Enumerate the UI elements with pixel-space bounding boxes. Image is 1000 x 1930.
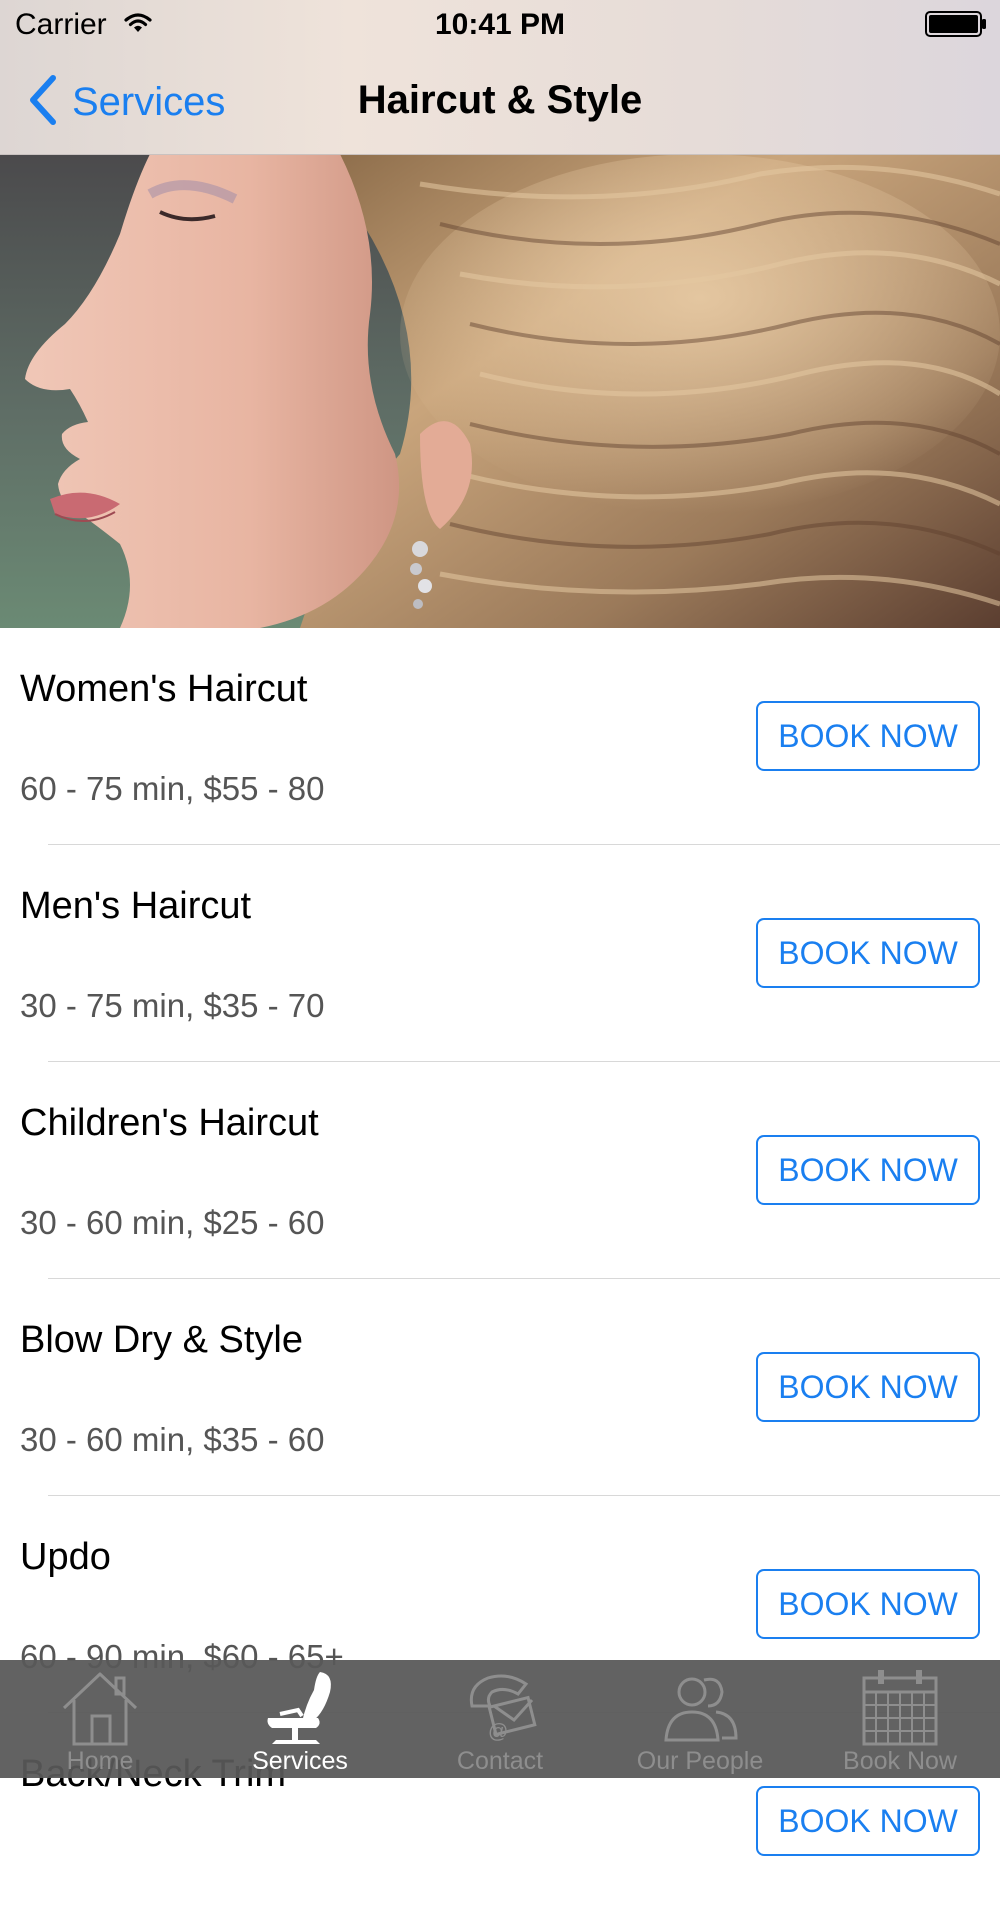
- service-name: Men's Haircut: [20, 885, 252, 927]
- calendar-icon: [862, 1670, 938, 1746]
- tab-label: Book Now: [843, 1747, 957, 1775]
- list-item: Children's Haircut 30 - 60 min, $25 - 60…: [0, 1062, 1000, 1279]
- service-name: Updo: [20, 1536, 111, 1578]
- list-item: Women's Haircut 60 - 75 min, $55 - 80 BO…: [0, 628, 1000, 845]
- tab-bar: Home Services @ Contact Our People Book …: [0, 1660, 1000, 1778]
- tab-label: Our People: [636, 1747, 764, 1775]
- book-now-button[interactable]: BOOK NOW: [756, 1135, 980, 1205]
- service-duration-price: 30 - 60 min, $35 - 60: [20, 1421, 325, 1458]
- tab-book-now[interactable]: Book Now: [800, 1660, 1000, 1778]
- battery-icon: [925, 11, 987, 42]
- book-now-button[interactable]: BOOK NOW: [756, 1352, 980, 1422]
- service-duration-price: 30 - 60 min, $25 - 60: [20, 1204, 325, 1241]
- clock: 10:41 PM: [434, 8, 566, 41]
- tab-our-people[interactable]: Our People: [600, 1660, 800, 1778]
- svg-text:@: @: [488, 1721, 508, 1743]
- page-title: Haircut & Style: [357, 78, 643, 122]
- tab-label: Services: [252, 1747, 348, 1775]
- home-icon: [62, 1672, 138, 1746]
- book-now-button[interactable]: BOOK NOW: [756, 1569, 980, 1639]
- people-icon: [664, 1677, 738, 1742]
- tab-contact[interactable]: @ Contact: [400, 1660, 600, 1778]
- list-item: Blow Dry & Style 30 - 60 min, $35 - 60 B…: [0, 1279, 1000, 1496]
- phone-mail-icon: @: [469, 1674, 537, 1743]
- service-name: Women's Haircut: [20, 668, 308, 710]
- book-now-button[interactable]: BOOK NOW: [756, 701, 980, 771]
- salon-chair-icon: [267, 1672, 331, 1744]
- status-bar: Carrier 10:41 PM: [0, 0, 1000, 50]
- tab-label: Home: [66, 1747, 134, 1775]
- tab-services[interactable]: Services: [200, 1660, 400, 1778]
- list-item: Men's Haircut 30 - 75 min, $35 - 70 BOOK…: [0, 845, 1000, 1062]
- service-duration-price: 60 - 75 min, $55 - 80: [20, 770, 325, 807]
- service-duration-price: 30 - 75 min, $35 - 70: [20, 987, 325, 1024]
- hero-image: [0, 154, 1000, 628]
- tab-label: Contact: [456, 1747, 544, 1775]
- tab-home[interactable]: Home: [0, 1660, 200, 1778]
- book-now-button[interactable]: BOOK NOW: [756, 1786, 980, 1856]
- service-name: Blow Dry & Style: [20, 1319, 303, 1361]
- service-name: Children's Haircut: [20, 1102, 319, 1144]
- book-now-button[interactable]: BOOK NOW: [756, 918, 980, 988]
- navigation-bar: Carrier 10:41 PM Services Haircut & Styl…: [0, 0, 1000, 155]
